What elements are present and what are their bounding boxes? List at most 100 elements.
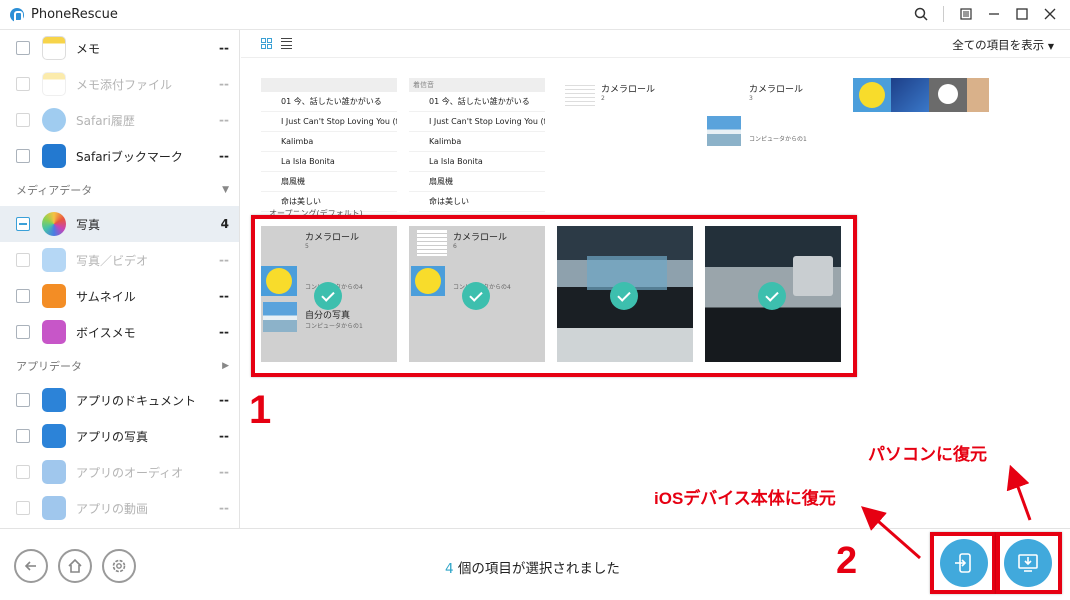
checkbox[interactable] xyxy=(16,149,30,163)
notes-icon xyxy=(42,36,66,60)
minimize-icon[interactable] xyxy=(986,6,1002,22)
item-count: -- xyxy=(219,77,229,91)
list-row: I Just Can't Stop Loving You (fe.. xyxy=(261,112,397,132)
album-sub: コンピュータからの1 xyxy=(749,136,807,143)
item-count: -- xyxy=(219,393,229,407)
app-photo-icon xyxy=(42,424,66,448)
pc-restore-annotation: パソコンに復元 xyxy=(868,445,987,464)
back-button[interactable] xyxy=(14,549,48,583)
step-1-label: 1 xyxy=(249,388,272,432)
grid-view-icon[interactable] xyxy=(261,38,272,49)
content-toolbar: 全ての項目を表示 ▼ xyxy=(241,30,1070,58)
sidebar-item-notes-attachments[interactable]: メモ添付ファイル -- xyxy=(0,66,239,102)
photos-icon xyxy=(42,212,66,236)
selection-highlight-box xyxy=(251,215,857,377)
checkbox[interactable] xyxy=(16,253,30,267)
photo-thumbnail[interactable]: カメラロール 3 コンピュータからの1 xyxy=(705,78,841,214)
filter-dropdown[interactable]: 全ての項目を表示 ▼ xyxy=(952,37,1054,53)
sidebar-item-app-audio[interactable]: アプリのオーディオ -- xyxy=(0,454,239,490)
item-count: -- xyxy=(219,325,229,339)
item-count: -- xyxy=(219,465,229,479)
sidebar-item-label: ボイスメモ xyxy=(76,325,136,340)
photo-thumbnail[interactable]: カメラロール 2 xyxy=(557,78,693,214)
wallpaper-image xyxy=(891,78,929,112)
item-count: -- xyxy=(219,289,229,303)
thumbnail-header xyxy=(261,78,397,92)
filter-label: 全ての項目を表示 xyxy=(952,38,1045,52)
category-label: アプリデータ xyxy=(16,360,82,373)
home-button[interactable] xyxy=(58,549,92,583)
sidebar-item-label: アプリのオーディオ xyxy=(76,465,184,480)
item-count: -- xyxy=(219,429,229,443)
checkbox[interactable] xyxy=(16,393,30,407)
sidebar-item-app-video[interactable]: アプリの動画 -- xyxy=(0,490,239,526)
list-row: Kalimba xyxy=(409,132,545,152)
category-label: メディアデータ xyxy=(16,184,93,197)
sidebar-item-label: アプリのドキュメント xyxy=(76,393,197,408)
sidebar-item-photo-video[interactable]: 写真／ビデオ -- xyxy=(0,242,239,278)
sidebar-item-photos[interactable]: 写真 4 xyxy=(0,206,239,242)
photo-video-icon xyxy=(42,248,66,272)
checkbox[interactable] xyxy=(16,429,30,443)
category-header-media[interactable]: メディアデータ ▼ xyxy=(0,174,239,206)
sidebar-item-notes[interactable]: メモ -- xyxy=(0,30,239,66)
list-row: 01 今、話したい誰かがいる xyxy=(409,92,545,112)
sidebar-item-label: 写真／ビデオ xyxy=(76,253,149,268)
item-count: -- xyxy=(219,113,229,127)
list-row: 01 今、話したい誰かがいる xyxy=(261,92,397,112)
album-cover-image xyxy=(707,116,741,146)
sidebar-item-thumbnails[interactable]: サムネイル -- xyxy=(0,278,239,314)
list-row: I Just Can't Stop Loving You (fe.. xyxy=(409,112,545,132)
sidebar-item-app-documents[interactable]: アプリのドキュメント -- xyxy=(0,382,239,418)
settings-button[interactable] xyxy=(102,549,136,583)
item-count: -- xyxy=(219,149,229,163)
sidebar-item-safari-history[interactable]: Safari履歴 -- xyxy=(0,102,239,138)
photo-thumbnail[interactable]: 01 今、話したい誰かがいる I Just Can't Stop Loving … xyxy=(261,78,397,218)
category-header-app[interactable]: アプリデータ ▶ xyxy=(0,350,239,382)
list-row: 扇風機 xyxy=(409,172,545,192)
checkbox[interactable] xyxy=(16,113,30,127)
thumbnail-header: 着信音 xyxy=(409,78,545,92)
list-row: 命は美しい xyxy=(409,192,545,212)
checkbox[interactable] xyxy=(16,325,30,339)
device-restore-highlight-box xyxy=(930,532,996,594)
app-title: PhoneRescue xyxy=(31,7,118,22)
search-icon[interactable] xyxy=(913,6,929,22)
divider xyxy=(943,6,944,22)
selection-status: 4 個の項目が選択されました xyxy=(445,557,620,577)
album-count: 2 xyxy=(601,95,605,102)
sidebar-item-voice-memos[interactable]: ボイスメモ -- xyxy=(0,314,239,350)
checkbox[interactable] xyxy=(16,217,30,231)
sidebar-item-label: サムネイル xyxy=(76,289,136,304)
pikachu-image xyxy=(853,78,891,112)
list-view-icon[interactable] xyxy=(281,38,292,49)
ios-restore-annotation: iOSデバイス本体に復元 xyxy=(654,489,836,508)
chevron-right-icon: ▶ xyxy=(222,361,229,371)
category-sidebar: メモ -- メモ添付ファイル -- Safari履歴 -- Safariブックマ… xyxy=(0,30,240,528)
sidebar-item-label: Safariブックマーク xyxy=(76,149,183,164)
photo-thumbnail[interactable] xyxy=(853,78,989,112)
list-row: 扇風機 xyxy=(261,172,397,192)
close-icon[interactable] xyxy=(1042,6,1058,22)
status-text: 個の項目が選択されました xyxy=(457,561,620,577)
checkbox[interactable] xyxy=(16,41,30,55)
notes-attachment-icon xyxy=(42,72,66,96)
chevron-down-icon: ▼ xyxy=(1047,42,1054,51)
sidebar-item-app-photos[interactable]: アプリの写真 -- xyxy=(0,418,239,454)
step-2-label: 2 xyxy=(836,540,858,582)
menu-icon[interactable] xyxy=(958,6,974,22)
app-document-icon xyxy=(42,388,66,412)
checkbox[interactable] xyxy=(16,501,30,515)
checkbox[interactable] xyxy=(16,465,30,479)
sidebar-item-safari-bookmarks[interactable]: Safariブックマーク -- xyxy=(0,138,239,174)
sidebar-item-label: 写真 xyxy=(76,217,101,232)
sidebar-item-label: Safari履歴 xyxy=(76,113,135,128)
sidebar-item-label: アプリの動画 xyxy=(76,501,149,516)
safari-bookmark-icon xyxy=(42,144,66,168)
photo-thumbnail[interactable]: 着信音 01 今、話したい誰かがいる I Just Can't Stop Lov… xyxy=(409,78,545,218)
maximize-icon[interactable] xyxy=(1014,6,1030,22)
checkbox[interactable] xyxy=(16,289,30,303)
list-row: La Isla Bonita xyxy=(261,152,397,172)
sidebar-item-label: アプリの写真 xyxy=(76,429,149,444)
checkbox[interactable] xyxy=(16,77,30,91)
